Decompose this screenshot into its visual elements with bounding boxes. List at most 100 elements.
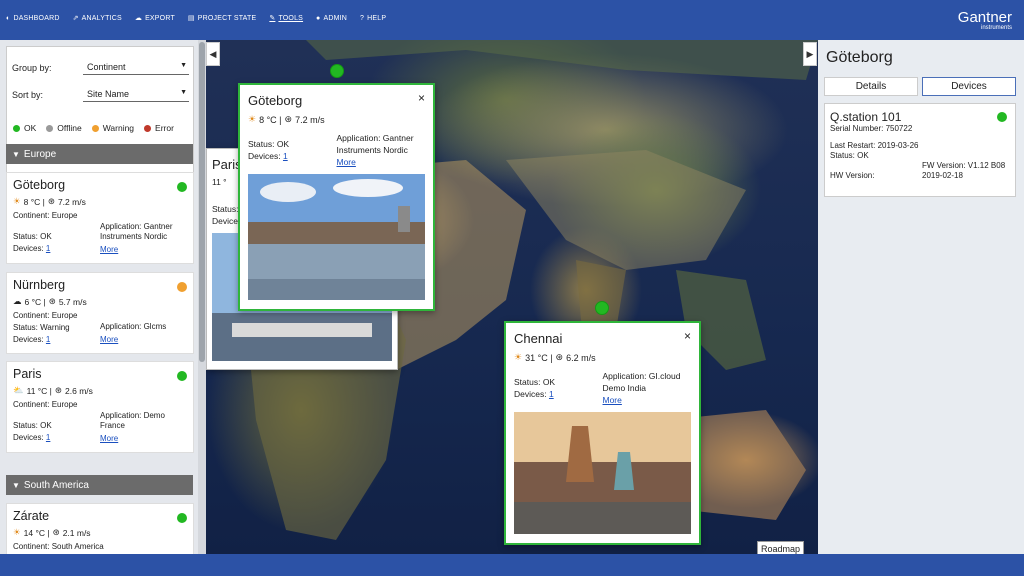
site-temp: 11 °C | — [26, 385, 52, 396]
legend-error-label: Error — [155, 123, 174, 133]
map-pin-chennai[interactable] — [595, 301, 609, 315]
close-icon[interactable]: × — [684, 329, 691, 343]
site-temp: 6 °C | — [24, 296, 46, 307]
collapse-right-panel-button[interactable]: ▶ — [803, 42, 817, 66]
nav-project-state[interactable]: ▤ PROJECT STATE — [188, 14, 256, 23]
wind-icon: ⊛ — [48, 296, 56, 306]
group-south-america-label: South America — [23, 479, 89, 491]
nav-admin[interactable]: ● ADMIN — [316, 14, 347, 22]
site-card-nurnberg[interactable]: Nürnberg ☁ 6 °C | ⊛ 5.7 m/s Continent: E… — [6, 272, 194, 354]
tab-details[interactable]: Details — [824, 77, 918, 96]
dashboard-icon: ◐ — [6, 14, 11, 22]
close-icon[interactable]: × — [418, 91, 425, 105]
site-detail-panel: Göteborg Details Devices Q.station 101 S… — [818, 40, 1024, 554]
caret-down-icon: ▼ — [12, 149, 20, 159]
nav-tools[interactable]: ✎ TOOLS — [269, 14, 304, 23]
legend-offline: Offline — [46, 123, 82, 133]
popup-chennai-title: Chennai — [514, 331, 563, 346]
legend-warning: Warning — [91, 123, 135, 133]
brand-subtitle: instruments — [980, 25, 1012, 31]
popup-chennai-more-link[interactable]: More — [603, 394, 692, 406]
group-header-south-america[interactable]: ▼ South America — [6, 475, 193, 495]
collapse-left-panel-button[interactable]: ◀ — [206, 42, 220, 66]
site-devices-link[interactable]: 1 — [46, 244, 50, 253]
group-by-label: Group by: — [12, 63, 52, 73]
nav-help[interactable]: ? HELP — [360, 14, 386, 22]
sun-icon: ☀ — [13, 196, 21, 206]
site-more-link[interactable]: More — [100, 434, 187, 444]
popup-chennai-details: Status: OK Devices: 1 Application: GI.cl… — [514, 370, 691, 406]
popup-goteborg-weather: ☀ 8 °C | ⊛ 7.2 m/s — [248, 114, 425, 125]
popup-chennai-devices-link[interactable]: 1 — [549, 389, 554, 399]
site-devices-link[interactable]: 1 — [46, 335, 50, 344]
group-header-europe[interactable]: ▼ Europe — [6, 144, 193, 164]
site-status: Status: Warning — [13, 323, 70, 332]
site-status: Status: OK — [13, 232, 52, 241]
wind-icon: ⊛ — [54, 385, 63, 395]
group-by-select[interactable]: Continent ▼ — [83, 59, 189, 75]
device-name: Q.station 101 — [830, 110, 902, 124]
warning-dot-icon — [91, 124, 99, 132]
legend-warning-label: Warning — [102, 123, 135, 133]
main-nav: ◐ DASHBOARD ⇗ ANALYTICS ☁ EXPORT ▤ PROJECT S… — [6, 14, 386, 23]
nav-analytics-label: ANALYTICS — [81, 14, 122, 22]
partly-cloudy-icon: ⛅ — [13, 385, 24, 395]
legend-offline-label: Offline — [57, 123, 82, 133]
nav-tools-label: TOOLS — [278, 14, 304, 22]
device-card[interactable]: Q.station 101 Serial Number: 750722 Last… — [824, 103, 1016, 197]
device-fw-date: 2019-02-18 — [922, 171, 963, 180]
status-ok-icon — [997, 112, 1007, 122]
chevron-down-icon: ▼ — [180, 62, 187, 69]
site-devices-label: Devices: — [13, 244, 44, 253]
error-dot-icon — [144, 124, 152, 132]
site-card-goteborg[interactable]: Göteborg ☀ 8 °C | ⊛ 7.2 m/s Continent: E… — [6, 172, 194, 264]
site-name: Paris — [13, 367, 42, 381]
popup-chennai-temp: 31 °C | — [525, 352, 553, 363]
group-europe-label: Europe — [23, 148, 57, 160]
status-warning-icon — [177, 282, 187, 292]
legend-error: Error — [144, 123, 174, 133]
site-application: Application: Demo France — [100, 411, 165, 430]
wind-icon: ⊛ — [555, 352, 564, 362]
site-weather: ☀ 14 °C | ⊛ 2.1 m/s — [13, 527, 187, 538]
chennai-photo — [514, 412, 692, 534]
popup-goteborg-app: Application: Gantner Instruments Nordic — [336, 133, 414, 155]
popup-goteborg-devices-label: Devices: — [248, 151, 281, 161]
site-devices-row: Devices: 1 — [13, 334, 100, 346]
site-weather: ☀ 8 °C | ⊛ 7.2 m/s — [13, 196, 187, 207]
site-devices-label: Devices: — [13, 335, 44, 344]
sort-by-label: Sort by: — [12, 90, 44, 100]
nav-dashboard[interactable]: ◐ DASHBOARD — [6, 14, 60, 22]
site-card-zarate[interactable]: Zárate ☀ 14 °C | ⊛ 2.1 m/s Continent: So… — [6, 503, 194, 554]
sun-icon: ☀ — [13, 527, 21, 537]
site-details: Status: Warning Devices: 1 Application: … — [13, 322, 187, 346]
site-wind: 5.7 m/s — [58, 296, 87, 307]
site-card-paris[interactable]: Paris ⛅ 11 °C | ⊛ 2.6 m/s Continent: Eur… — [6, 361, 194, 453]
sidebar-scroll-thumb[interactable] — [199, 42, 205, 362]
site-wind: 2.1 m/s — [62, 527, 91, 538]
site-weather: ⛅ 11 °C | ⊛ 2.6 m/s — [13, 385, 187, 396]
map-pin-goteborg[interactable] — [330, 64, 344, 78]
nav-analytics[interactable]: ⇗ ANALYTICS — [73, 14, 122, 23]
site-more-link[interactable]: More — [100, 335, 187, 345]
nav-export[interactable]: ☁ EXPORT — [135, 14, 175, 23]
sort-by-select[interactable]: Site Name ▼ — [83, 86, 189, 102]
tab-devices[interactable]: Devices — [922, 77, 1016, 96]
wind-icon: ⊛ — [47, 196, 55, 206]
site-details: Status: OK Devices: 1 Application: Demo … — [13, 411, 187, 444]
popup-chennai-wind: 6.2 m/s — [566, 352, 596, 363]
site-devices-link[interactable]: 1 — [46, 433, 50, 442]
site-more-link[interactable]: More — [100, 245, 187, 255]
device-serial: Serial Number: 750722 — [830, 124, 913, 133]
popup-paris-weather: 11 ° — [212, 177, 227, 187]
popup-goteborg-more-link[interactable]: More — [337, 156, 426, 168]
status-legend: OK Offline Warning Error — [13, 123, 174, 133]
popup-chennai-status: Status: OK — [514, 377, 556, 387]
detail-site-title: Göteborg — [826, 49, 893, 66]
chevron-down-icon: ▼ — [180, 89, 187, 96]
popup-chennai-weather: ☀ 31 °C | ⊛ 6.2 m/s — [514, 352, 691, 363]
nav-export-label: EXPORT — [145, 14, 175, 22]
caret-down-icon: ▼ — [12, 480, 20, 490]
popup-goteborg-devices-link[interactable]: 1 — [283, 151, 288, 161]
popup-chennai-app: Application: GI.cloud Demo India — [602, 371, 681, 393]
